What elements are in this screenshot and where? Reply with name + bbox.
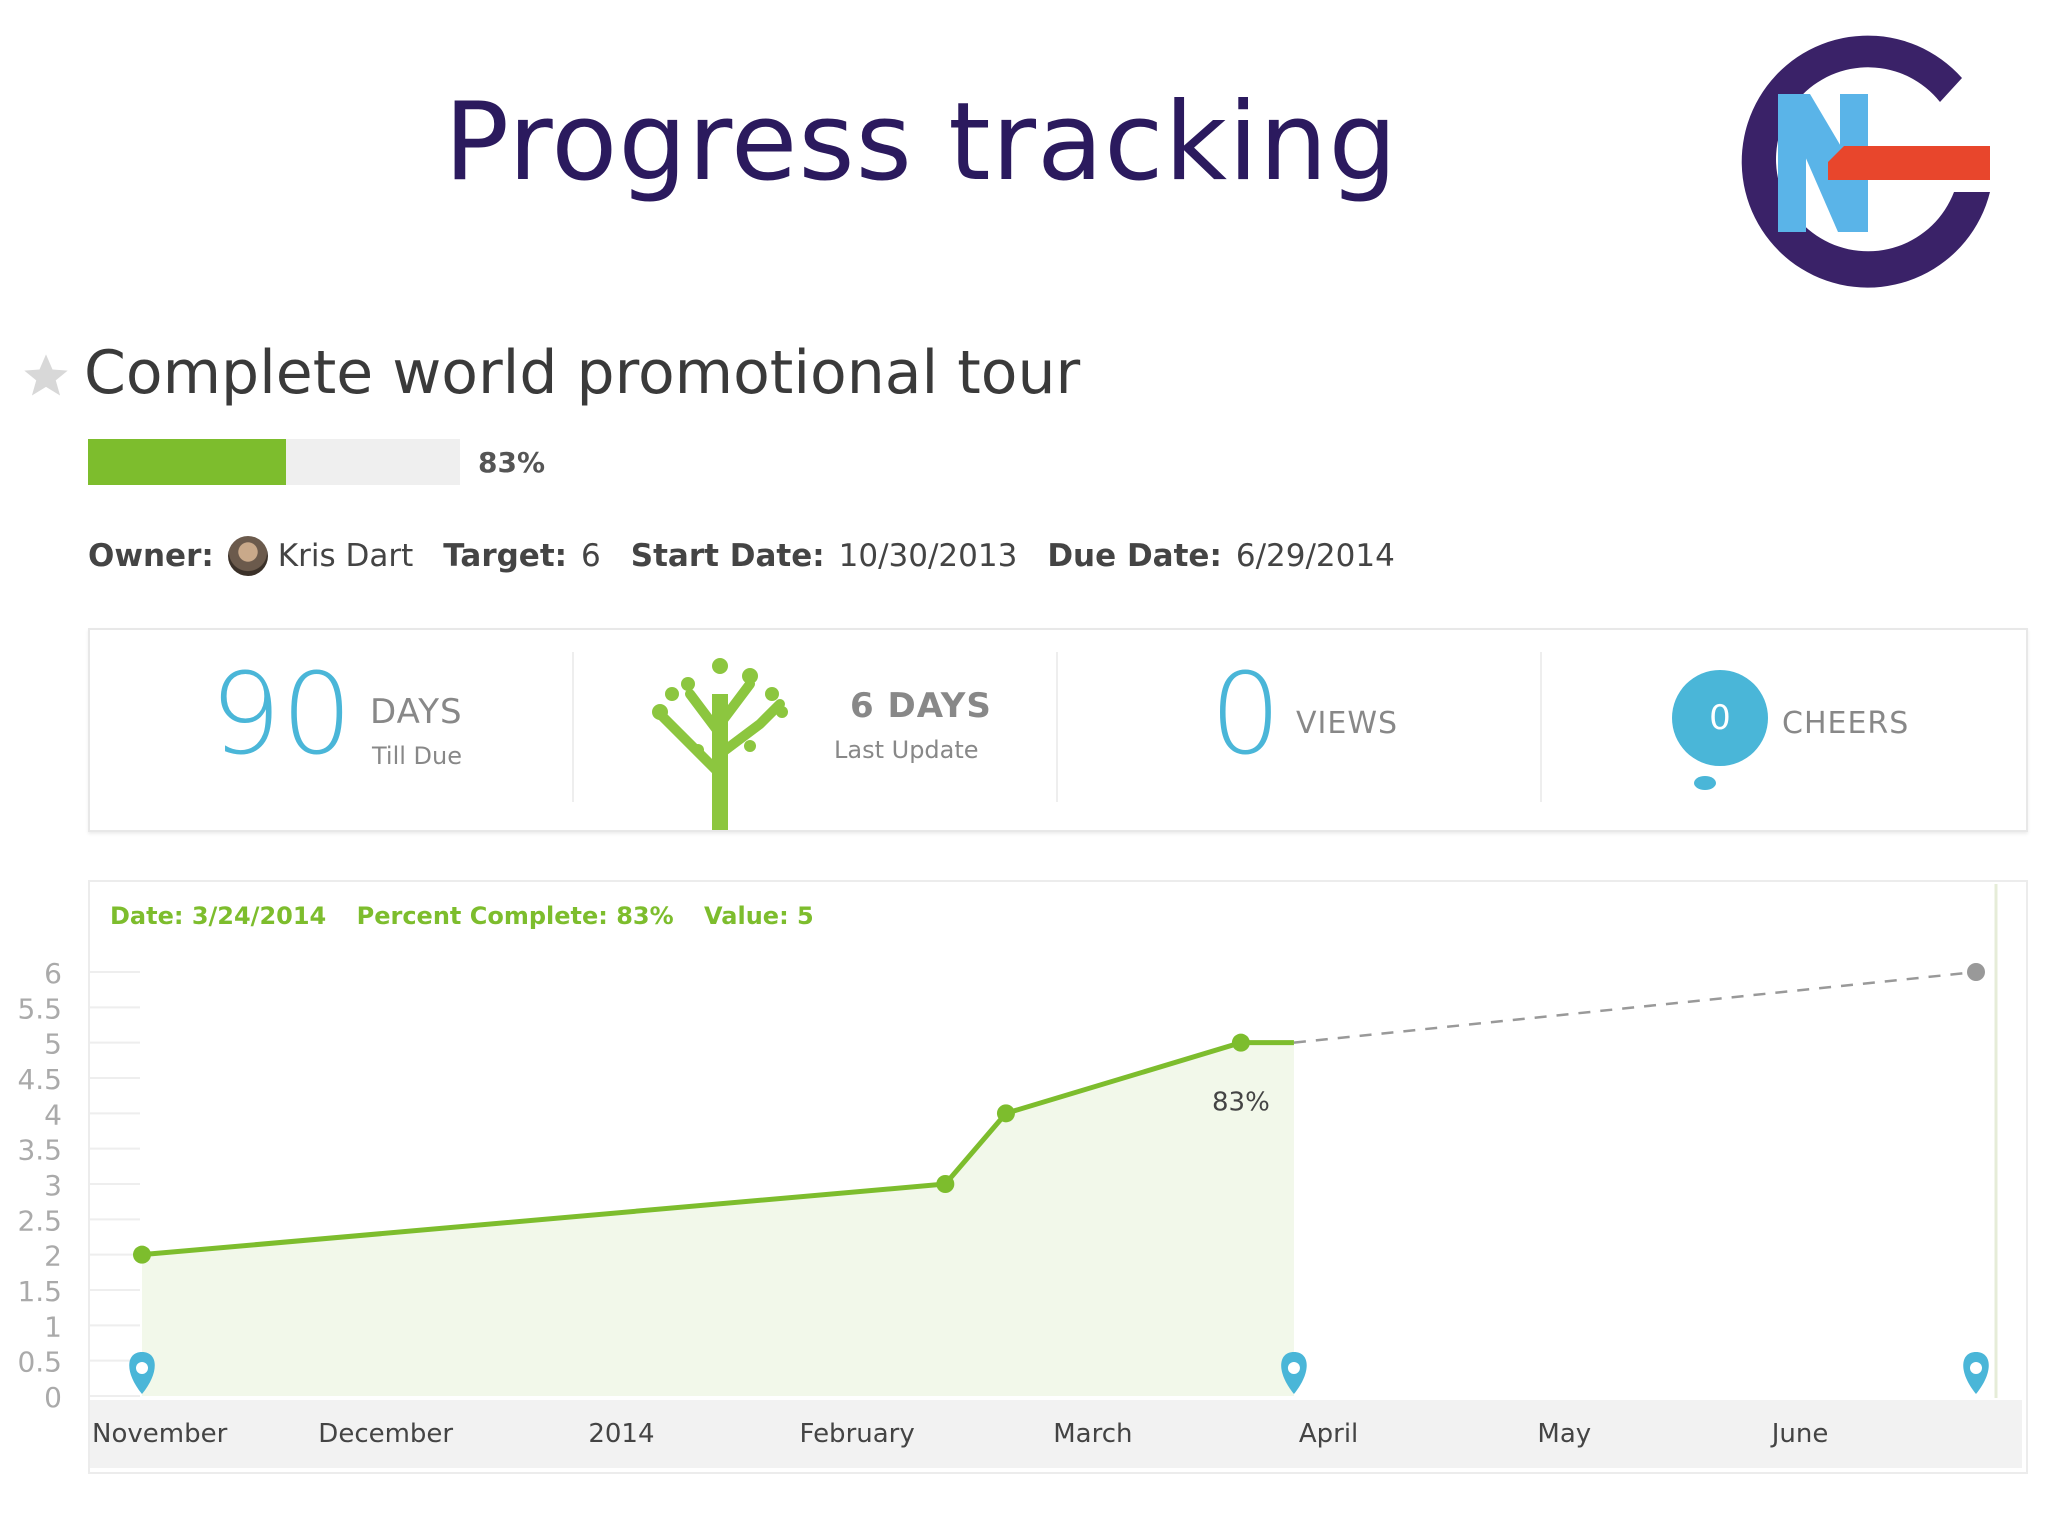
y-tick-label: 1 bbox=[44, 1310, 62, 1343]
x-tick-label: April bbox=[1299, 1419, 1358, 1449]
milestone-pin-dot bbox=[136, 1362, 148, 1374]
actual-data-point bbox=[996, 1104, 1015, 1123]
y-tick-label: 3.5 bbox=[17, 1134, 62, 1167]
progress-line-chart[interactable]: 00.511.522.533.544.555.56 November Decembe… bbox=[0, 0, 2048, 1536]
actual-area-fill bbox=[142, 1042, 1294, 1396]
y-tick-label: 2 bbox=[44, 1240, 62, 1273]
x-tick-label: February bbox=[800, 1419, 915, 1449]
y-tick-label: 4 bbox=[44, 1098, 62, 1131]
x-tick-label: 2014 bbox=[588, 1419, 654, 1449]
x-tick-label: May bbox=[1537, 1419, 1591, 1449]
milestone-pin-dot bbox=[1287, 1362, 1300, 1374]
y-tick-label: 5.5 bbox=[17, 992, 62, 1025]
projection-line bbox=[1293, 970, 1977, 1044]
milestone-pin-dot bbox=[1970, 1362, 1982, 1374]
x-tick-label: December bbox=[318, 1419, 453, 1449]
actual-data-point bbox=[936, 1175, 955, 1193]
x-tick-label: November bbox=[92, 1419, 228, 1449]
projection-target-point bbox=[1967, 963, 1985, 981]
y-tick-label: 0 bbox=[44, 1381, 62, 1414]
point-percent-annotation: 83% bbox=[1212, 1088, 1270, 1118]
x-tick-label: June bbox=[1770, 1419, 1829, 1449]
y-tick-label: 6 bbox=[44, 957, 62, 990]
y-tick-label: 3 bbox=[44, 1169, 62, 1202]
actual-data-point bbox=[1231, 1033, 1250, 1052]
y-tick-label: 2.5 bbox=[17, 1204, 62, 1237]
y-tick-label: 4.5 bbox=[17, 1063, 62, 1096]
x-tick-label: March bbox=[1053, 1419, 1132, 1449]
y-tick-label: 1.5 bbox=[17, 1275, 62, 1308]
y-tick-label: 0.5 bbox=[17, 1346, 62, 1379]
actual-data-point bbox=[133, 1245, 151, 1264]
y-tick-label: 5 bbox=[44, 1028, 62, 1061]
